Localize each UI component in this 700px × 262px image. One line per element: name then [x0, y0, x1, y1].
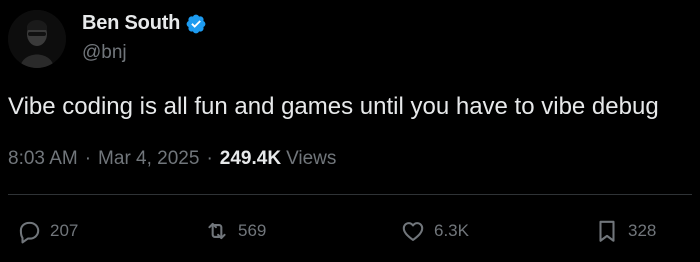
reply-count: 207 [50, 221, 79, 240]
author-handle[interactable]: @bnj [82, 42, 127, 64]
post-meta: 8:03 AM · Mar 4, 2025 · 249.4K Views [8, 148, 336, 170]
repost-icon [208, 222, 226, 240]
avatar[interactable] [8, 10, 66, 68]
author-display-name[interactable]: Ben South [82, 12, 180, 35]
like-count: 6.3K [434, 221, 469, 240]
divider [8, 194, 692, 195]
verified-badge-icon[interactable] [185, 13, 207, 35]
bookmark-icon [599, 220, 615, 242]
reply-icon [19, 221, 40, 244]
bookmark-button[interactable]: 328 [594, 218, 656, 244]
meta-separator: · [84, 148, 92, 169]
bookmark-count: 328 [628, 221, 657, 240]
tweet-card: Ben South @bnj Vibe coding is all fun an… [0, 0, 700, 262]
post-text: Vibe coding is all fun and games until y… [8, 93, 659, 120]
avatar-image [8, 10, 66, 68]
action-bar: 207 569 6.3K 328 [0, 218, 700, 254]
reply-button[interactable]: 207 [16, 218, 78, 244]
views-count: 249.4K [219, 148, 282, 169]
author-name-row: Ben South [82, 12, 207, 35]
post-time[interactable]: 8:03 AM [8, 148, 78, 170]
post-date[interactable]: Mar 4, 2025 [98, 148, 199, 170]
heart-icon [402, 222, 424, 242]
views-label: Views [286, 148, 337, 169]
repost-count: 569 [238, 221, 267, 240]
like-button[interactable]: 6.3K [400, 218, 469, 244]
meta-separator: · [206, 148, 213, 169]
repost-button[interactable]: 569 [204, 218, 266, 244]
